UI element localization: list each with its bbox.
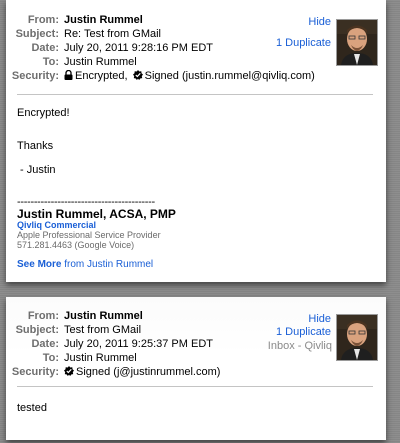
- security-value: Signed (j@justinrummel.com): [64, 366, 220, 379]
- from-label: From:: [27, 14, 59, 26]
- sender-avatar[interactable]: [336, 314, 378, 361]
- hide-link[interactable]: Hide: [308, 313, 331, 325]
- date-label: Date:: [31, 338, 59, 350]
- duplicate-link[interactable]: 1 Duplicate: [276, 37, 331, 49]
- subject-value: Re: Test from GMail: [64, 28, 161, 40]
- security-value: Encrypted, Signed (justin.rummel@qivliq.…: [64, 70, 315, 83]
- see-more-label[interactable]: See More: [17, 259, 61, 270]
- see-more-from[interactable]: from Justin Rummel: [64, 259, 153, 270]
- from-value[interactable]: Justin Rummel: [64, 310, 143, 323]
- to-value[interactable]: Justin Rummel: [64, 352, 137, 365]
- message-header: From: Justin Rummel Subject: Test from G…: [6, 297, 386, 382]
- from-value[interactable]: Justin Rummel: [64, 14, 143, 27]
- hide-link[interactable]: Hide: [308, 16, 331, 28]
- message-card-2: From: Justin Rummel Subject: Test from G…: [6, 297, 386, 440]
- to-label: To:: [42, 56, 59, 68]
- signed-label: Signed (j@justinrummel.com): [76, 366, 221, 378]
- body-line: Thanks: [17, 140, 54, 152]
- signature-company-link[interactable]: Qivliq Commercial: [17, 220, 96, 230]
- signed-seal-icon[interactable]: [64, 366, 74, 376]
- subject-value: Test from GMail: [64, 324, 142, 336]
- signature-role: Apple Professional Service Provider: [17, 230, 161, 240]
- message-card-1: From: Justin Rummel Subject: Re: Test fr…: [6, 0, 386, 282]
- to-label: To:: [42, 352, 59, 364]
- see-more-link[interactable]: See More from Justin Rummel: [17, 259, 153, 270]
- lock-icon[interactable]: [64, 70, 73, 80]
- date-value: July 20, 2011 9:25:37 PM EDT: [64, 338, 213, 350]
- signature-phone: 571.281.4463 (Google Voice): [17, 240, 135, 250]
- to-value[interactable]: Justin Rummel: [64, 56, 137, 69]
- mailbox-label: Inbox - Qivliq: [267, 340, 332, 352]
- from-label: From:: [27, 310, 59, 322]
- header-divider: [17, 94, 373, 95]
- encrypted-label: Encrypted,: [75, 70, 128, 82]
- body-line: Encrypted!: [17, 107, 70, 119]
- date-label: Date:: [31, 42, 59, 54]
- header-divider: [17, 386, 373, 387]
- body-line: tested: [17, 402, 47, 414]
- avatar-photo: [337, 315, 377, 360]
- message-header: From: Justin Rummel Subject: Re: Test fr…: [6, 0, 386, 85]
- subject-label: Subject:: [15, 28, 59, 40]
- date-value: July 20, 2011 9:28:16 PM EDT: [64, 42, 213, 54]
- duplicate-link[interactable]: 1 Duplicate: [276, 326, 331, 338]
- security-label: Security:: [11, 366, 59, 378]
- avatar-photo: [337, 20, 377, 65]
- signed-label: Signed (justin.rummel@qivliq.com): [144, 70, 315, 82]
- body-line: - Justin: [17, 164, 56, 176]
- security-label: Security:: [11, 70, 59, 82]
- signature-name: Justin Rummel, ACSA, PMP: [17, 207, 176, 221]
- signed-seal-icon[interactable]: [132, 70, 143, 80]
- sender-avatar[interactable]: [336, 19, 378, 66]
- subject-label: Subject:: [15, 324, 59, 336]
